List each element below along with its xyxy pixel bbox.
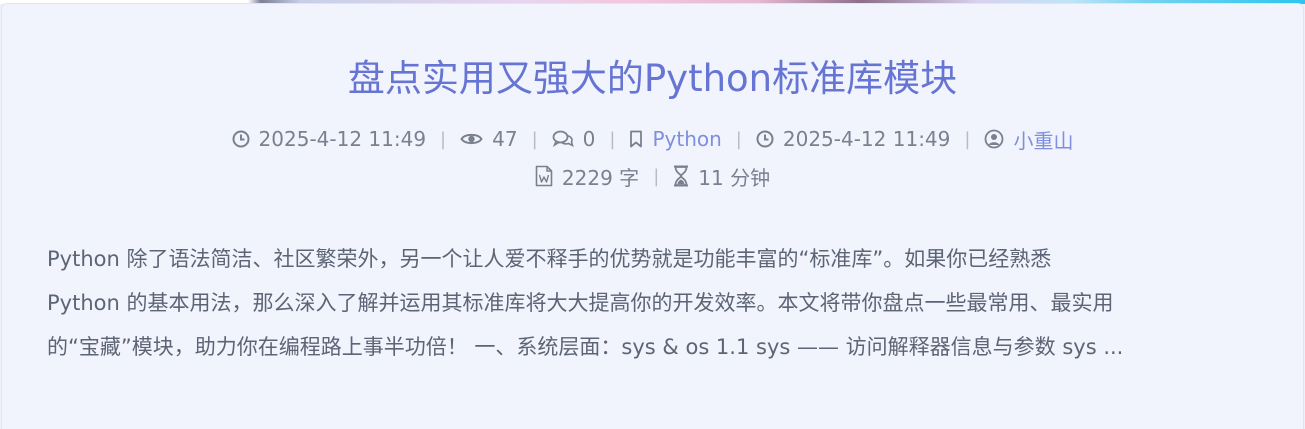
excerpt-line: 的“宝藏”模块，助力你在编程路上事半功倍！ 一、系统层面：sys & os 1.… [47,335,1124,359]
clock-icon [756,130,774,148]
post-title[interactable]: 盘点实用又强大的Python标准库模块 [0,52,1305,106]
excerpt-line: Python 除了语法简洁、社区繁荣外，另一个让人爱不释手的优势就是功能丰富的“… [47,247,1052,271]
author-link[interactable]: 小重山 [984,125,1073,154]
read-time: 11 分钟 [673,162,770,191]
category-link-text[interactable]: Python [652,127,721,151]
view-count-text: 47 [492,127,518,151]
eye-icon [460,133,483,145]
post-excerpt: Python 除了语法简洁、社区繁荣外，另一个让人爱不释手的优势就是功能丰富的“… [47,237,1267,369]
meta-separator: | [735,128,742,150]
comment-count[interactable]: 0 [552,127,596,151]
excerpt-line: Python 的基本用法，那么深入了解并运用其标准库将大大提高你的开发效率。本文… [47,291,1114,315]
published-date-text: 2025-4-12 11:49 [258,127,427,151]
updated-date: 2025-4-12 11:49 [756,127,951,151]
page: 盘点实用又强大的Python标准库模块 2025-4-12 11:49 | 47… [0,0,1305,429]
meta-separator: | [531,128,538,150]
category-link[interactable]: Python [629,127,722,151]
author-link-text[interactable]: 小重山 [1013,125,1073,154]
word-file-icon [535,165,553,187]
meta-separator: | [440,128,447,150]
word-count: 2229 字 [535,162,639,191]
published-date: 2025-4-12 11:49 [232,127,427,151]
comment-count-text: 0 [582,127,596,151]
bookmark-icon [630,130,643,148]
comment-icon [552,130,574,148]
meta-separator: | [653,165,660,187]
hourglass-icon [674,165,689,187]
read-time-text: 11 分钟 [698,165,771,190]
post-stats-row: 2229 字 | 11 分钟 [0,161,1305,191]
meta-separator: | [609,128,616,150]
view-count: 47 [460,127,518,151]
user-circle-icon [985,129,1004,149]
updated-date-text: 2025-4-12 11:49 [782,127,951,151]
word-count-text: 2229 字 [561,165,640,190]
clock-icon [232,130,250,148]
post-meta-row: 2025-4-12 11:49 | 47 | 0 | Python | 2025… [0,124,1305,154]
meta-separator: | [964,128,971,150]
